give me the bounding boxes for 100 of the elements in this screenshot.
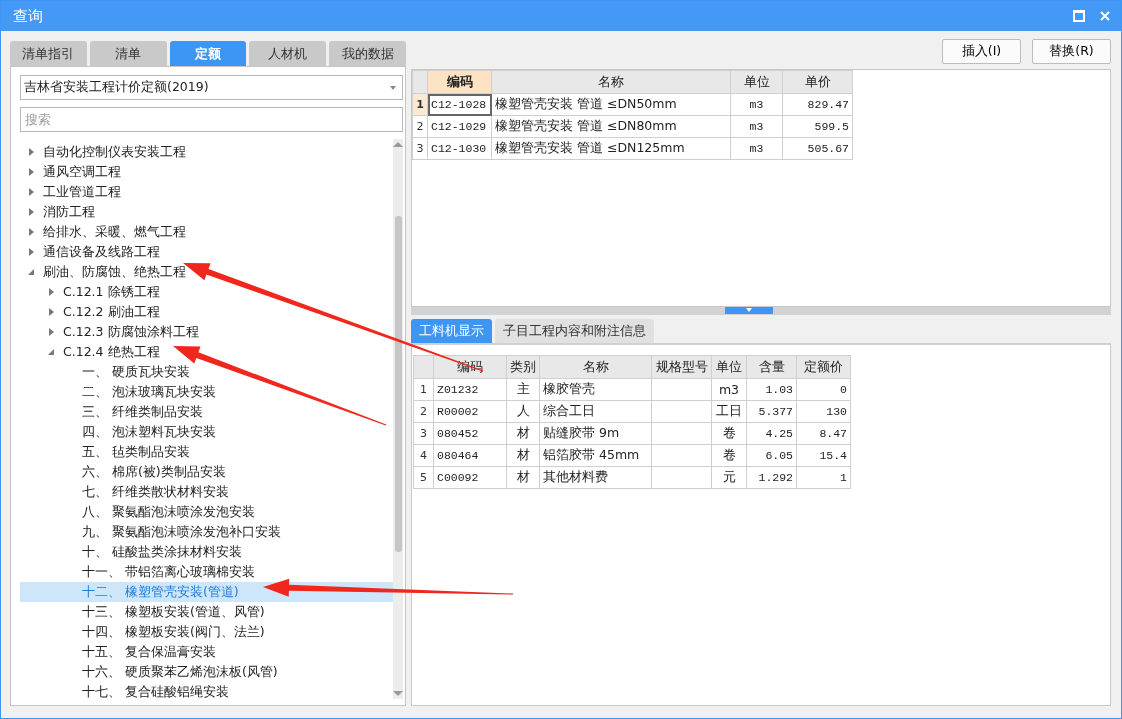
window-title: 查询 [13, 6, 44, 26]
tree-item[interactable]: C.12.2 刷油工程 [20, 302, 393, 322]
row-number: 5 [413, 466, 434, 489]
table-cell: 元 [711, 466, 747, 489]
tree-item[interactable]: 四、 泡沫塑料瓦块安装 [20, 422, 393, 442]
row-number: 2 [413, 400, 434, 423]
expand-icon[interactable] [29, 228, 34, 236]
column-header[interactable]: 编码 [427, 70, 492, 94]
collapse-icon[interactable] [28, 269, 34, 275]
tree-item[interactable]: C.12.1 除锈工程 [20, 282, 393, 302]
tree-item[interactable]: 通信设备及线路工程 [20, 242, 393, 262]
tab[interactable]: 我的数据 [329, 41, 406, 66]
table-cell: 080464 [433, 444, 507, 467]
tree-item[interactable]: 七、 纤维类散状材料安装 [20, 482, 393, 502]
tree-item[interactable]: 十六、 硬质聚苯乙烯泡沫板(风管) [20, 662, 393, 682]
tree-item[interactable]: 刷油、防腐蚀、绝热工程 [20, 262, 393, 282]
table-cell: Z01232 [433, 378, 507, 401]
column-header[interactable]: 类别 [506, 355, 540, 379]
action-button[interactable]: 插入(I) [942, 39, 1021, 64]
maximize-icon[interactable] [1073, 10, 1085, 22]
tree-item[interactable]: 工业管道工程 [20, 182, 393, 202]
table-cell: 1.03 [746, 378, 797, 401]
expand-icon[interactable] [49, 328, 54, 336]
expand-icon[interactable] [29, 148, 34, 156]
table-cell: 5.377 [746, 400, 797, 423]
tree-item[interactable]: 八、 聚氨酯泡沫喷涂发泡安装 [20, 502, 393, 522]
table-cell: C00092 [433, 466, 507, 489]
expand-icon[interactable] [29, 208, 34, 216]
tree-item[interactable]: 二、 泡沫玻璃瓦块安装 [20, 382, 393, 402]
column-header[interactable]: 定额价 [796, 355, 851, 379]
column-header[interactable]: 含量 [746, 355, 797, 379]
tree-item[interactable]: 十二、 橡塑管壳安装(管道) [20, 582, 393, 602]
column-header[interactable]: 名称 [539, 355, 652, 379]
column-header[interactable]: 单位 [730, 70, 783, 94]
table-cell: 505.67 [782, 137, 853, 160]
row-number: 3 [412, 137, 428, 160]
search-field[interactable]: 搜索 [20, 107, 403, 132]
tree-item[interactable]: 十、 硅酸盐类涂抹材料安装 [20, 542, 393, 562]
expand-icon[interactable] [49, 308, 54, 316]
column-header[interactable]: 单价 [782, 70, 853, 94]
table-cell: 卷 [711, 444, 747, 467]
row-number: 2 [412, 115, 428, 138]
table-cell: R00002 [433, 400, 507, 423]
column-header[interactable]: 名称 [491, 70, 731, 94]
column-header[interactable]: 规格型号 [651, 355, 712, 379]
row-number: 1 [412, 93, 428, 116]
table-cell: 130 [796, 400, 851, 423]
tab[interactable]: 清单指引 [10, 41, 87, 66]
expand-icon[interactable] [29, 168, 34, 176]
tree-item[interactable]: C.12.4 绝热工程 [20, 342, 393, 362]
table-cell: 橡塑管壳安装 管道 ≤DN50mm [491, 93, 731, 116]
table-cell: 1.292 [746, 466, 797, 489]
tree-item[interactable]: C.12.3 防腐蚀涂料工程 [20, 322, 393, 342]
tree-item[interactable]: 自动化控制仪表安装工程 [20, 142, 393, 162]
scrollbar[interactable] [393, 139, 403, 699]
table-cell: 橡塑管壳安装 管道 ≤DN80mm [491, 115, 731, 138]
table-cell: 橡塑管壳安装 管道 ≤DN125mm [491, 137, 731, 160]
tree-item[interactable]: 通风空调工程 [20, 162, 393, 182]
table-cell [651, 422, 712, 445]
expand-icon[interactable] [29, 248, 34, 256]
tree-item[interactable]: 十七、 复合硅酸铝绳安装 [20, 682, 393, 699]
collapse-icon[interactable] [48, 349, 54, 355]
tree-item[interactable]: 六、 棉席(被)类制品安装 [20, 462, 393, 482]
table-cell: 829.47 [782, 93, 853, 116]
tree-item[interactable]: 五、 毡类制品安装 [20, 442, 393, 462]
tree-item[interactable]: 十三、 橡塑板安装(管道、风管) [20, 602, 393, 622]
table-cell: 15.4 [796, 444, 851, 467]
table-cell: 6.05 [746, 444, 797, 467]
tree-item[interactable]: 九、 聚氨酯泡沫喷涂发泡补口安装 [20, 522, 393, 542]
close-icon[interactable] [1099, 10, 1111, 22]
tree-item[interactable]: 十五、 复合保温膏安装 [20, 642, 393, 662]
table-cell: 工日 [711, 400, 747, 423]
column-header[interactable]: 单位 [711, 355, 747, 379]
expand-icon[interactable] [49, 288, 54, 296]
tab[interactable]: 人材机 [249, 41, 327, 66]
tree-item[interactable]: 十四、 橡塑板安装(阀门、法兰) [20, 622, 393, 642]
tree-item[interactable]: 给排水、采暖、燃气工程 [20, 222, 393, 242]
table-cell: 599.5 [782, 115, 853, 138]
splitter-handle[interactable] [725, 307, 773, 314]
table-cell: C12-1029 [427, 115, 492, 138]
tab[interactable]: 清单 [89, 41, 167, 66]
action-button[interactable]: 替换(R) [1032, 39, 1111, 64]
table-cell: m3 [711, 378, 747, 401]
tree-item[interactable]: 三、 纤维类制品安装 [20, 402, 393, 422]
tab[interactable]: 子目工程内容和附注信息 [495, 319, 654, 343]
tree-item[interactable]: 消防工程 [20, 202, 393, 222]
table-cell: 1 [796, 466, 851, 489]
table-cell: 人 [506, 400, 540, 423]
tree-item[interactable]: 一、 硬质瓦块安装 [20, 362, 393, 382]
table-cell: 主 [506, 378, 540, 401]
library-dropdown[interactable]: 吉林省安装工程计价定额(2019) [20, 75, 403, 100]
table-cell: 贴缝胶带 9m [539, 422, 652, 445]
table-cell: 080452 [433, 422, 507, 445]
table-cell: m3 [730, 93, 783, 116]
table-cell: m3 [730, 137, 783, 160]
tree-item[interactable]: 十一、 带铝箔离心玻璃棉安装 [20, 562, 393, 582]
table-cell [651, 444, 712, 467]
table-cell: m3 [730, 115, 783, 138]
expand-icon[interactable] [29, 188, 34, 196]
table-cell: C12-1028 [427, 93, 492, 116]
